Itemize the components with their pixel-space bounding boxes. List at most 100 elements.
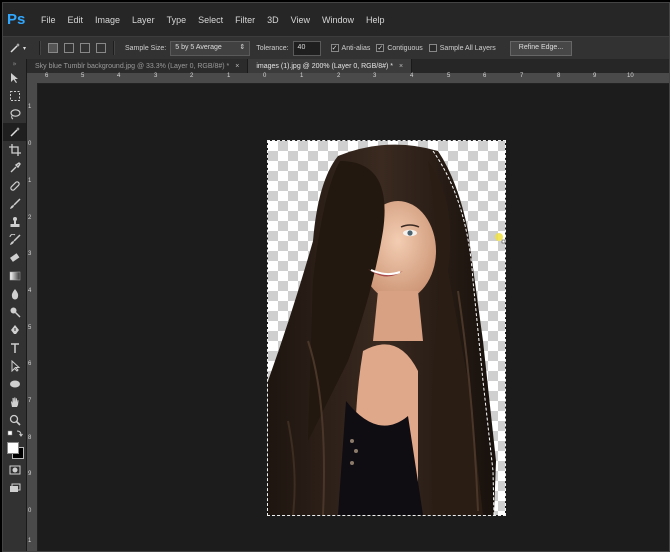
move-tool[interactable] — [3, 69, 26, 87]
contiguous-checkbox[interactable]: ✓ — [376, 44, 385, 52]
gradient-tool[interactable] — [3, 267, 26, 285]
magic-wand-tool[interactable] — [3, 123, 26, 141]
separator — [113, 41, 115, 55]
tab-images-1[interactable]: images (1).jpg @ 200% (Layer 0, RGB/8#) … — [248, 59, 413, 73]
clone-stamp-tool[interactable] — [3, 213, 26, 231]
brush-tool[interactable] — [3, 195, 26, 213]
ruler-label: 8 — [557, 73, 561, 79]
hand-tool[interactable] — [3, 393, 26, 411]
ellipse-icon — [9, 380, 20, 388]
menu-select[interactable]: Select — [192, 15, 229, 25]
menu-view[interactable]: View — [285, 15, 316, 25]
path-selection-tool[interactable] — [3, 357, 26, 375]
menu-edit[interactable]: Edit — [62, 15, 90, 25]
history-brush-tool[interactable] — [3, 231, 26, 249]
type-icon — [10, 343, 19, 353]
menu-type[interactable]: Type — [161, 15, 193, 25]
magic-wand-cursor-icon — [495, 233, 506, 244]
ruler-label: 4 — [117, 73, 121, 79]
ruler-label: 4 — [410, 73, 414, 79]
shape-tool[interactable] — [3, 375, 26, 393]
vertical-ruler[interactable]: 1 0 1 2 3 4 5 6 7 8 9 0 1 — [27, 83, 38, 551]
anti-alias-checkbox[interactable]: ✓ — [330, 44, 339, 52]
zoom-tool[interactable] — [3, 411, 26, 429]
ruler-label: 5 — [81, 73, 85, 79]
ruler-label: 1 — [300, 73, 304, 79]
eraser-icon — [9, 253, 19, 262]
tools-panel: » — [3, 59, 27, 551]
subtract-from-selection-button[interactable] — [80, 43, 90, 53]
magic-wand-preset-picker[interactable]: ▾ — [9, 40, 35, 56]
stamp-icon — [10, 217, 19, 227]
rectangle-marquee-icon — [9, 91, 20, 101]
ruler-label: 10 — [627, 73, 634, 79]
horizontal-ruler[interactable]: 6 5 4 3 2 1 0 1 2 3 4 5 6 7 8 9 10 — [27, 73, 669, 84]
photoshop-window: Ps File Edit Image Layer Type Select Fil… — [2, 2, 670, 552]
hand-icon — [10, 397, 19, 407]
chevron-updown-icon: ⇕ — [239, 43, 246, 51]
eraser-tool[interactable] — [3, 249, 26, 267]
magic-wand-icon — [9, 127, 20, 137]
ruler-label: 3 — [373, 73, 377, 79]
sample-size-value: 5 by 5 Average — [175, 43, 222, 51]
menu-filter[interactable]: Filter — [229, 15, 261, 25]
contiguous-label: Contiguous — [387, 44, 423, 52]
healing-brush-tool[interactable] — [3, 177, 26, 195]
ruler-label: 7 — [28, 398, 32, 404]
tab-label: images (1).jpg @ 200% (Layer 0, RGB/8#) … — [256, 62, 394, 70]
color-swatches[interactable] — [3, 439, 26, 461]
sample-all-layers-checkbox[interactable] — [428, 44, 437, 52]
ruler-label: 2 — [190, 73, 194, 79]
tab-label: Sky blue Tumblr background.jpg @ 33.3% (… — [35, 62, 230, 70]
intersect-selection-button[interactable] — [96, 43, 106, 53]
new-selection-button[interactable] — [48, 43, 58, 53]
ruler-label: 5 — [28, 325, 32, 331]
tolerance-input[interactable]: 40 — [292, 40, 321, 56]
document-tab-bar: Sky blue Tumblr background.jpg @ 33.3% (… — [27, 59, 669, 73]
ruler-label: 1 — [28, 178, 32, 184]
blur-tool[interactable] — [3, 285, 26, 303]
tab-sky-blue-background[interactable]: Sky blue Tumblr background.jpg @ 33.3% (… — [27, 59, 249, 73]
canvas-area[interactable] — [38, 84, 669, 551]
ruler-label: 0 — [28, 508, 32, 514]
menu-3d[interactable]: 3D — [261, 15, 285, 25]
pen-tool[interactable] — [3, 321, 26, 339]
brush-icon — [9, 198, 21, 209]
sample-size-select[interactable]: 5 by 5 Average ⇕ — [170, 40, 251, 56]
menu-help[interactable]: Help — [360, 15, 391, 25]
dodge-tool[interactable] — [3, 303, 26, 321]
ruler-label: 1 — [28, 104, 32, 110]
type-tool[interactable] — [3, 339, 26, 357]
ruler-label: 0 — [28, 141, 32, 147]
menu-file[interactable]: File — [35, 15, 62, 25]
separator — [39, 41, 41, 55]
quick-mask-button[interactable] — [3, 461, 26, 479]
ruler-label: 2 — [28, 215, 32, 221]
screen-mode-button[interactable] — [3, 479, 26, 497]
menu-image[interactable]: Image — [89, 15, 126, 25]
ruler-label: 7 — [520, 73, 524, 79]
crop-tool[interactable] — [3, 141, 26, 159]
ruler-label: 9 — [28, 471, 32, 477]
eyedropper-tool[interactable] — [3, 159, 26, 177]
photoshop-logo: Ps — [7, 11, 26, 28]
menu-window[interactable]: Window — [316, 15, 360, 25]
lasso-tool[interactable] — [3, 105, 26, 123]
ruler-label: 2 — [337, 73, 341, 79]
ruler-label: 0 — [263, 73, 267, 79]
foreground-color-swatch[interactable] — [7, 442, 19, 454]
close-icon[interactable]: × — [235, 63, 239, 70]
anti-alias-label: Anti-alias — [341, 44, 371, 52]
document-canvas[interactable] — [268, 141, 505, 515]
woman-long-hair-photo — [268, 144, 496, 515]
tolerance-label: Tolerance: — [256, 44, 289, 52]
refine-edge-button[interactable]: Refine Edge... — [509, 40, 573, 56]
ruler-label: 3 — [28, 251, 32, 257]
close-icon[interactable]: × — [399, 63, 403, 70]
swap-colors-control[interactable] — [3, 429, 26, 439]
menu-bar: Ps File Edit Image Layer Type Select Fil… — [3, 3, 669, 36]
menu-layer[interactable]: Layer — [126, 15, 161, 25]
marquee-tool[interactable] — [3, 87, 26, 105]
panel-collapse-grip[interactable]: » — [3, 59, 26, 69]
add-to-selection-button[interactable] — [64, 43, 74, 53]
